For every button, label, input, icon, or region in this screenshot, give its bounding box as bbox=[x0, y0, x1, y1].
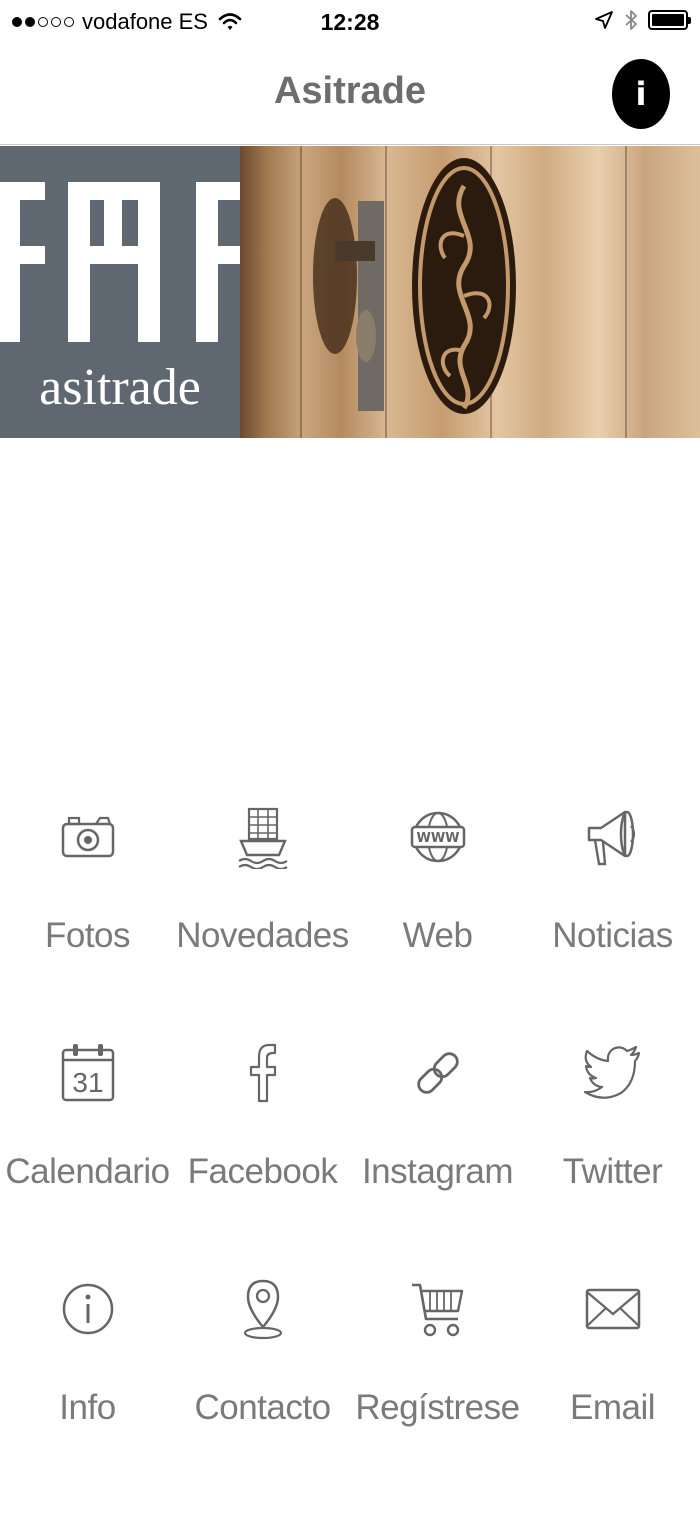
menu-item-label: Regístrese bbox=[355, 1388, 520, 1427]
menu-item-novedades[interactable]: Novedades bbox=[175, 790, 350, 1026]
menu-item-noticias[interactable]: Noticias bbox=[525, 790, 700, 1026]
svg-text:WWW: WWW bbox=[416, 831, 459, 846]
header-banner: asitrade bbox=[0, 146, 700, 438]
menu-item-info[interactable]: Info bbox=[0, 1262, 175, 1498]
menu-item-registrese[interactable]: Regístrese bbox=[350, 1262, 525, 1498]
menu-item-label: Facebook bbox=[187, 1152, 338, 1191]
battery-icon bbox=[648, 10, 691, 30]
menu-item-label: Noticias bbox=[552, 916, 673, 955]
menu-item-label: Fotos bbox=[44, 916, 131, 955]
menu-item-label: Contacto bbox=[194, 1388, 331, 1427]
battery-level bbox=[652, 14, 684, 26]
menu-item-label: Novedades bbox=[176, 916, 349, 955]
megaphone-icon bbox=[578, 802, 648, 872]
shopping-cart-icon bbox=[403, 1274, 473, 1344]
info-icon: i bbox=[635, 75, 647, 113]
menu-item-web[interactable]: WWW Web bbox=[350, 790, 525, 1026]
svg-text:31: 31 bbox=[72, 1067, 103, 1098]
location-arrow-icon bbox=[594, 10, 614, 30]
menu-item-label: Twitter bbox=[562, 1152, 663, 1191]
menu-item-label: Web bbox=[402, 916, 473, 955]
menu-item-fotos[interactable]: Fotos bbox=[0, 790, 175, 1026]
logo-wordmark: asitrade bbox=[39, 359, 201, 416]
bluetooth-icon bbox=[624, 8, 638, 32]
menu-item-facebook[interactable]: Facebook bbox=[175, 1026, 350, 1262]
info-circle-icon bbox=[53, 1274, 123, 1344]
facebook-icon bbox=[228, 1038, 298, 1108]
status-bar: vodafone ES 12:28 bbox=[0, 0, 700, 48]
menu-item-label: Instagram bbox=[361, 1152, 514, 1191]
envelope-icon bbox=[578, 1274, 648, 1344]
menu-item-email[interactable]: Email bbox=[525, 1262, 700, 1498]
twitter-bird-icon bbox=[578, 1038, 648, 1108]
logo-panel: asitrade bbox=[0, 146, 240, 438]
menu-item-label: Email bbox=[569, 1388, 656, 1427]
info-button[interactable]: i bbox=[612, 59, 670, 129]
banner-door-image bbox=[240, 146, 700, 438]
menu-item-contacto[interactable]: Contacto bbox=[175, 1262, 350, 1498]
camera-icon bbox=[53, 802, 123, 872]
menu-item-twitter[interactable]: Twitter bbox=[525, 1026, 700, 1262]
globe-www-icon: WWW bbox=[403, 802, 473, 872]
menu-item-label: Calendario bbox=[5, 1152, 170, 1191]
menu-item-label: Info bbox=[59, 1388, 116, 1427]
page-title: Asitrade bbox=[273, 70, 427, 112]
navigation-bar: Asitrade i bbox=[0, 48, 700, 145]
menu-item-calendario[interactable]: 31 Calendario bbox=[0, 1026, 175, 1262]
location-pin-icon bbox=[228, 1274, 298, 1344]
menu-item-instagram[interactable]: Instagram bbox=[350, 1026, 525, 1262]
link-icon bbox=[403, 1038, 473, 1108]
ship-icon bbox=[228, 802, 298, 872]
logo-mark-icon bbox=[0, 182, 240, 342]
calendar-icon: 31 bbox=[53, 1038, 123, 1108]
status-right bbox=[594, 8, 691, 32]
